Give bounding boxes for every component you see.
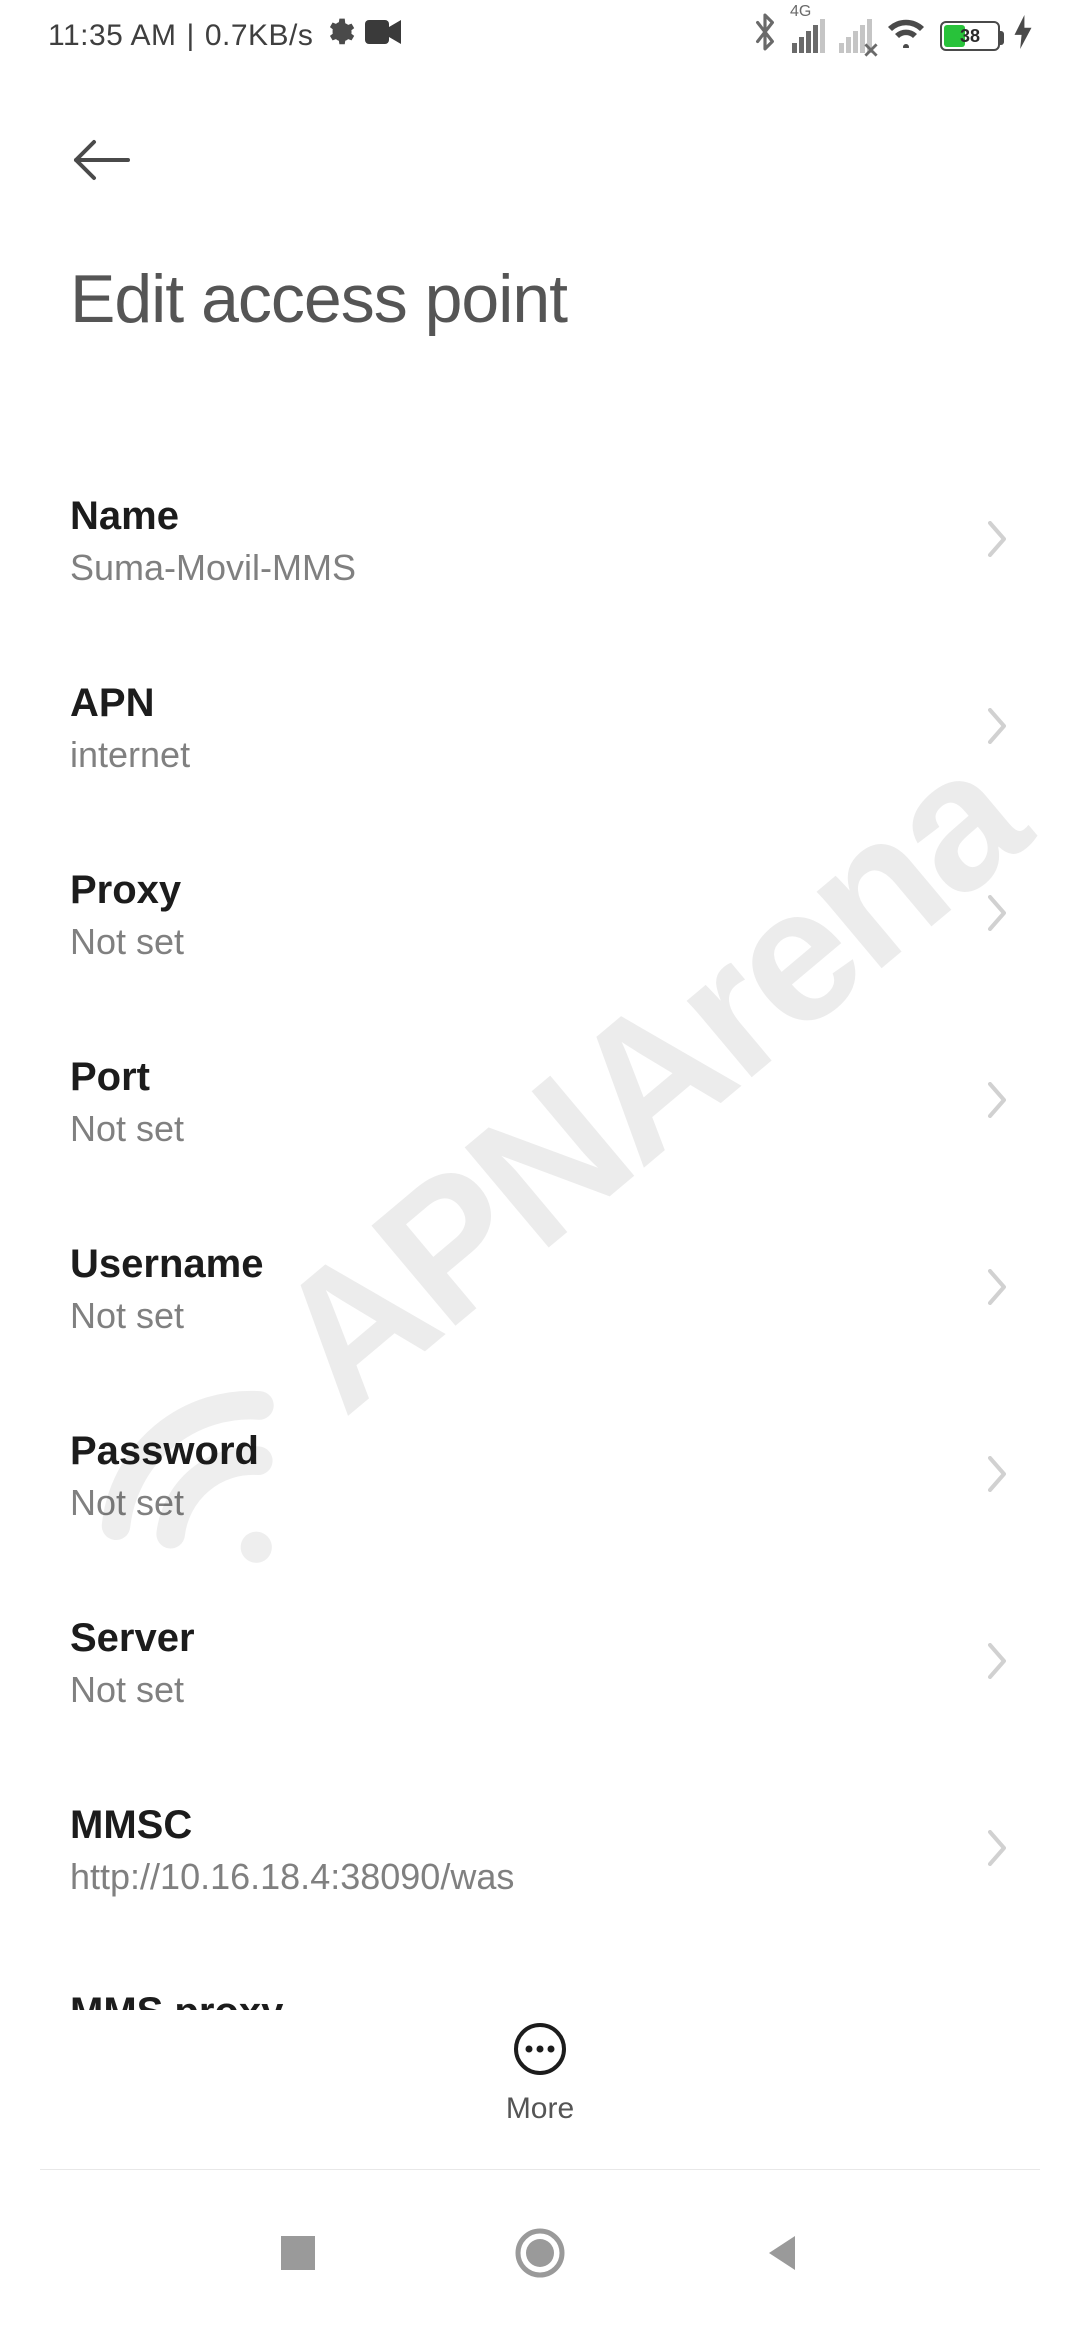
row-label: Port: [70, 1055, 184, 1100]
chevron-right-icon: [984, 1639, 1010, 1688]
row-label: MMSC: [70, 1803, 514, 1848]
back-button[interactable]: [70, 120, 150, 200]
nav-home-button[interactable]: [513, 2226, 567, 2285]
more-label: More: [506, 2092, 574, 2126]
row-name[interactable]: Name Suma-Movil-MMS: [70, 448, 1010, 635]
apn-settings-list: Name Suma-Movil-MMS APN internet Proxy N…: [0, 448, 1080, 2128]
charging-bolt-icon: [1014, 15, 1032, 57]
system-nav-bar: [0, 2170, 1080, 2340]
row-mmsc[interactable]: MMSC http://10.16.18.4:38090/was: [70, 1757, 1010, 1944]
camera-icon: [365, 18, 401, 54]
row-port[interactable]: Port Not set: [70, 1009, 1010, 1196]
status-sep: |: [187, 19, 195, 53]
row-label: APN: [70, 681, 190, 726]
triangle-left-icon: [761, 2232, 803, 2274]
status-time: 11:35 AM: [48, 19, 177, 53]
row-value: http://10.16.18.4:38090/was: [70, 1856, 514, 1898]
row-value: Not set: [70, 1108, 184, 1150]
status-bar: 11:35 AM | 0.7KB/s 4G: [0, 0, 1080, 72]
wifi-icon: [886, 16, 926, 56]
chevron-right-icon: [984, 704, 1010, 753]
row-server[interactable]: Server Not set: [70, 1570, 1010, 1757]
row-value: internet: [70, 734, 190, 776]
row-value: Not set: [70, 921, 184, 963]
row-label: Username: [70, 1242, 263, 1287]
row-label: Password: [70, 1429, 259, 1474]
arrow-left-icon: [70, 136, 134, 184]
battery-icon: 38: [940, 21, 1000, 51]
circle-icon: [513, 2226, 567, 2280]
nav-back-button[interactable]: [761, 2232, 803, 2279]
row-label: Server: [70, 1616, 195, 1661]
row-apn[interactable]: APN internet: [70, 635, 1010, 822]
signal-4g-icon: 4G: [792, 19, 825, 53]
signal-no-sim-icon: [839, 19, 872, 53]
row-value: Not set: [70, 1482, 259, 1524]
row-proxy[interactable]: Proxy Not set: [70, 822, 1010, 1009]
chevron-right-icon: [984, 1452, 1010, 1501]
more-button[interactable]: More: [0, 2010, 1080, 2160]
row-value: Suma-Movil-MMS: [70, 547, 356, 589]
square-icon: [277, 2232, 319, 2274]
status-data-rate: 0.7KB/s: [205, 19, 314, 53]
row-value: Not set: [70, 1295, 263, 1337]
row-value: Not set: [70, 1669, 195, 1711]
nav-recents-button[interactable]: [277, 2232, 319, 2279]
row-username[interactable]: Username Not set: [70, 1196, 1010, 1383]
settings-gear-icon: [323, 16, 355, 56]
row-label: Proxy: [70, 868, 184, 913]
chevron-right-icon: [984, 1265, 1010, 1314]
chevron-right-icon: [984, 1826, 1010, 1875]
row-password[interactable]: Password Not set: [70, 1383, 1010, 1570]
row-label: Name: [70, 494, 356, 539]
chevron-right-icon: [984, 1078, 1010, 1127]
chevron-right-icon: [984, 891, 1010, 940]
bluetooth-icon: [752, 13, 778, 59]
chevron-right-icon: [984, 517, 1010, 566]
more-ellipsis-icon: [513, 2022, 567, 2076]
page-title: Edit access point: [70, 260, 1010, 338]
